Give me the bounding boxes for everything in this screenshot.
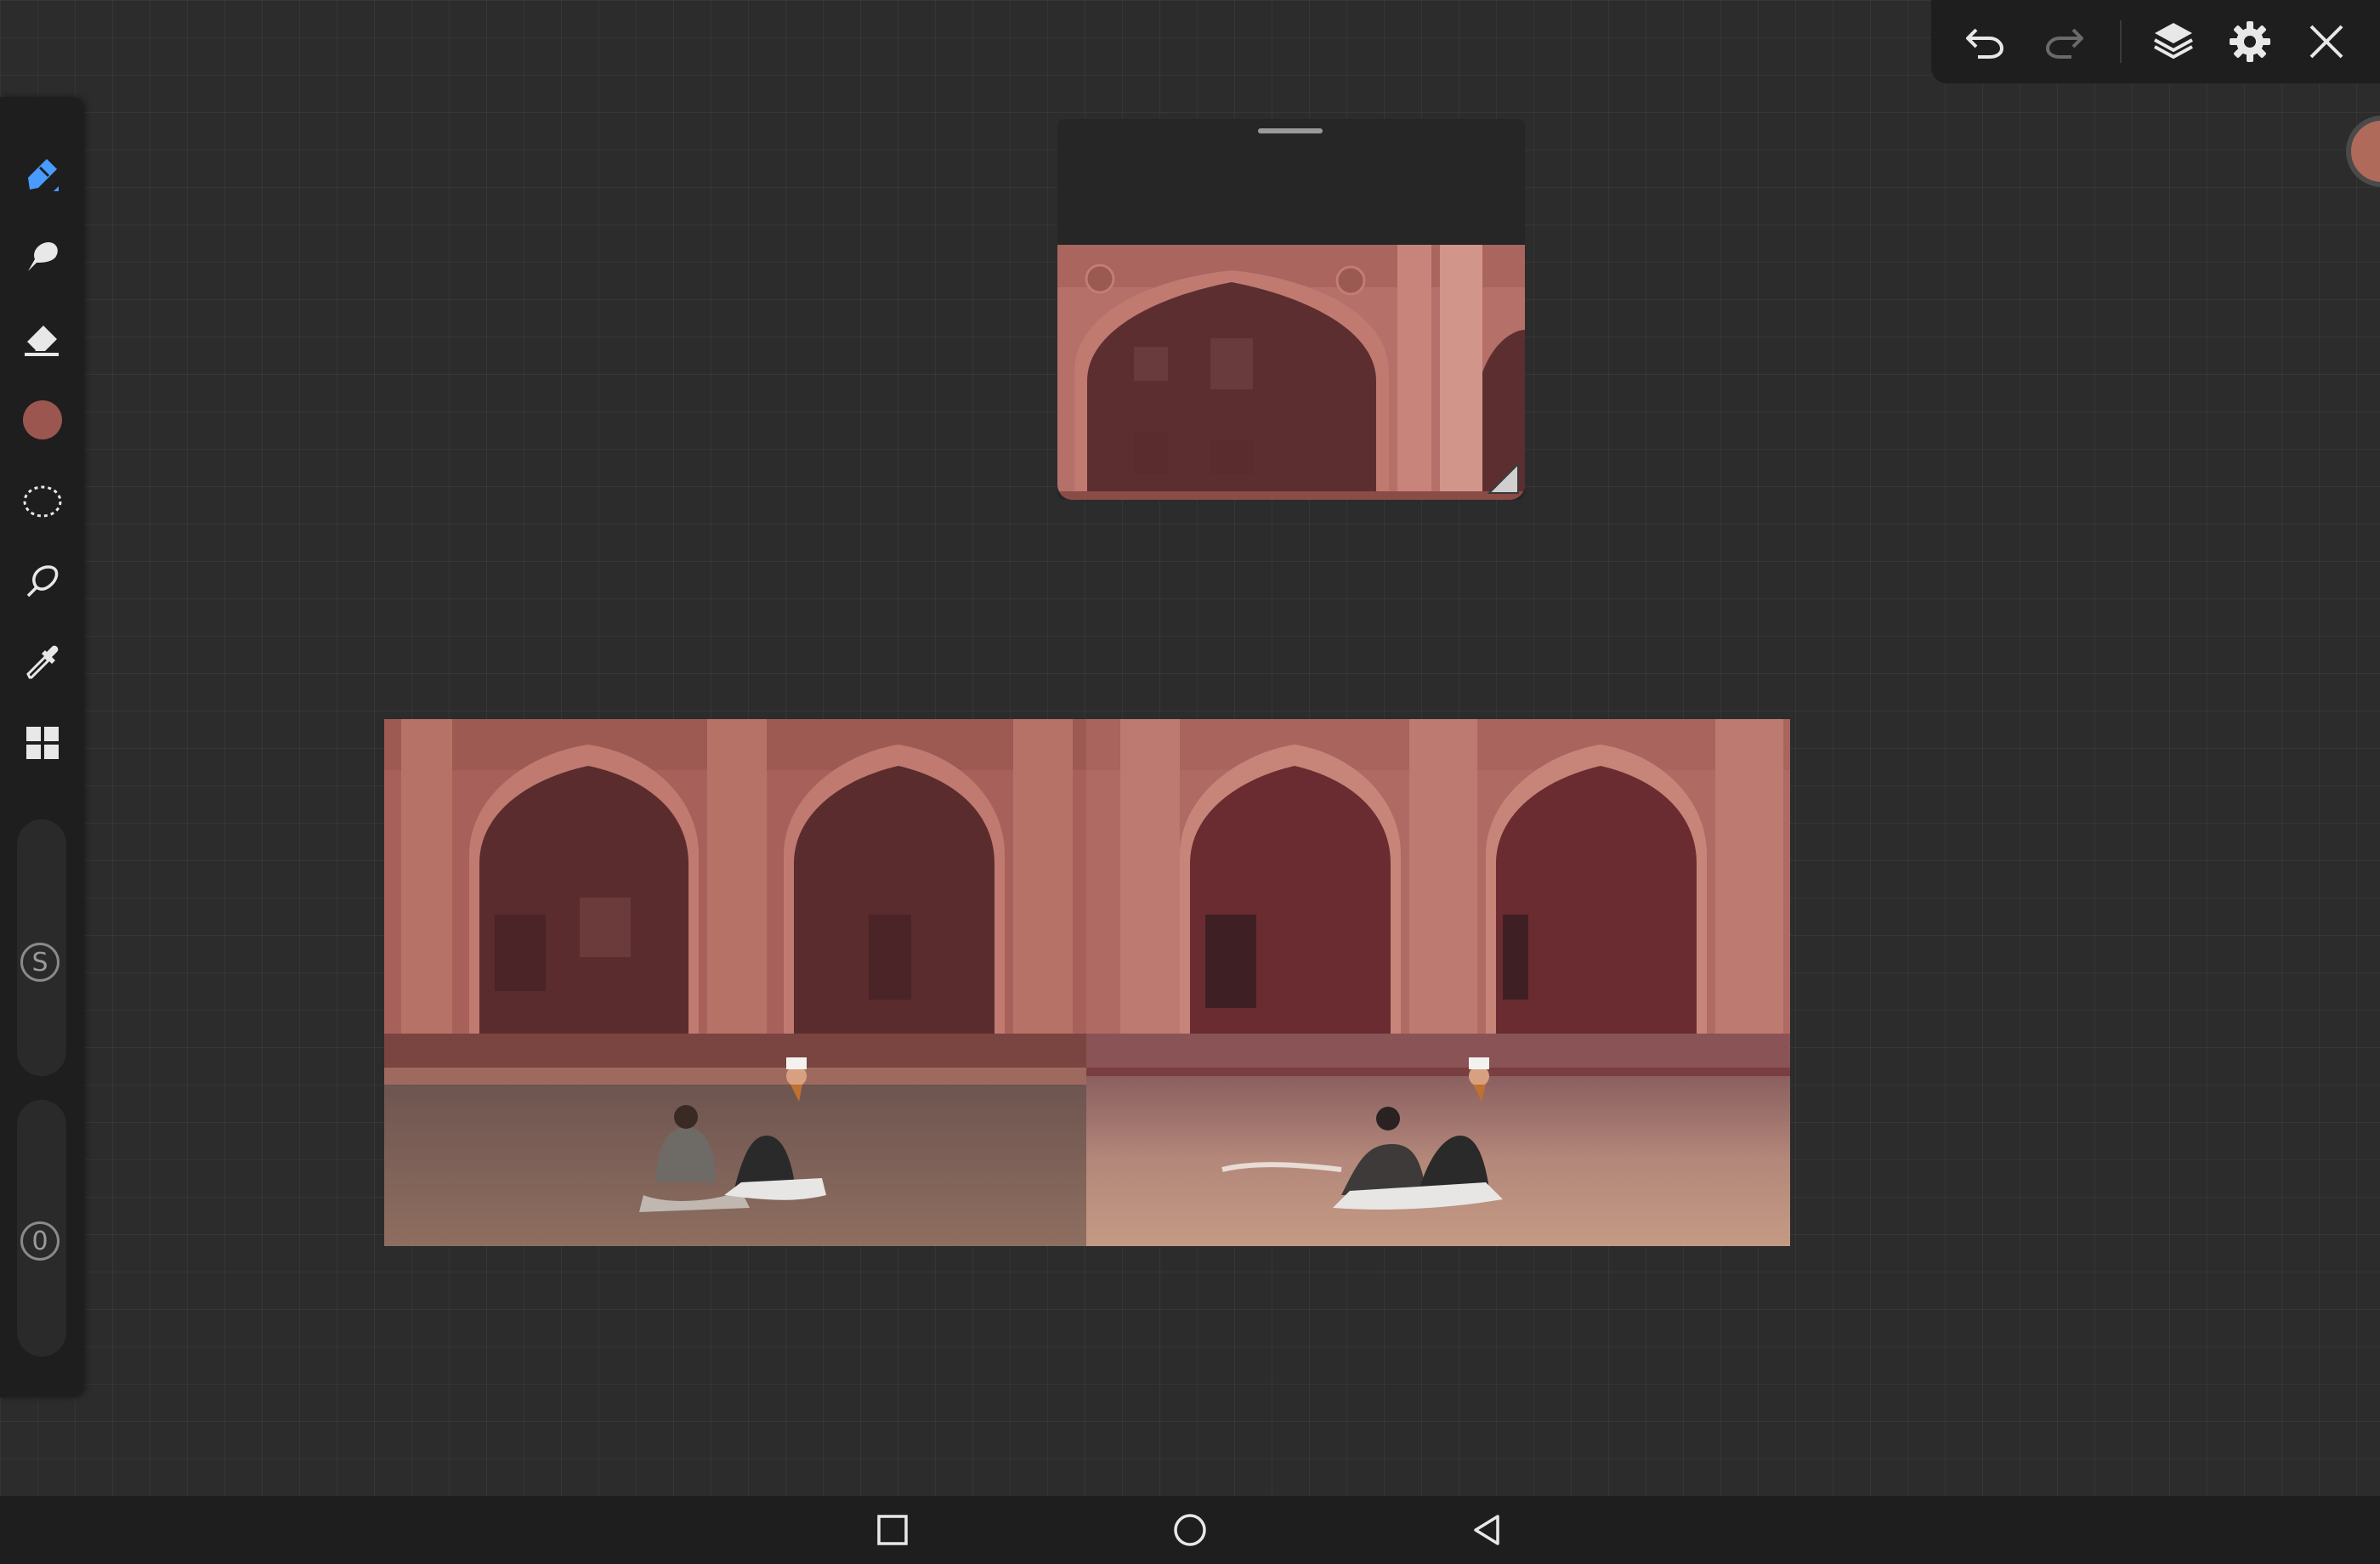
- eraser-icon: [25, 326, 59, 356]
- top-toolbar: [1931, 0, 2380, 83]
- home-icon: [1174, 1514, 1206, 1546]
- reference-drag-handle[interactable]: [1258, 128, 1323, 133]
- freeform-select-button[interactable]: [15, 554, 70, 609]
- system-navigation-bar: [0, 1496, 2380, 1564]
- eyedropper-icon: [26, 645, 59, 679]
- recents-button[interactable]: [867, 1504, 918, 1556]
- settings-button[interactable]: [2220, 12, 2280, 71]
- lasso-select-button[interactable]: [15, 474, 70, 529]
- brush-tool-button[interactable]: [15, 148, 70, 202]
- eyedropper-tool-button[interactable]: [15, 636, 70, 690]
- close-icon: [2309, 25, 2343, 59]
- opacity-slider[interactable]: 0: [17, 1100, 66, 1357]
- photo-reference-image: [384, 719, 1086, 1246]
- home-button[interactable]: [1164, 1504, 1216, 1556]
- brush-size-slider[interactable]: S: [17, 819, 66, 1076]
- settings-icon: [2230, 21, 2270, 62]
- smudge-icon: [28, 242, 58, 271]
- eraser-tool-button[interactable]: [15, 311, 70, 366]
- brush-icon: [28, 159, 59, 191]
- redo-button[interactable]: [2035, 12, 2094, 71]
- back-icon: [1474, 1515, 1499, 1545]
- recents-icon: [877, 1515, 908, 1545]
- redo-icon: [2045, 28, 2083, 59]
- close-button[interactable]: [2297, 12, 2356, 71]
- layers-button[interactable]: [2144, 12, 2203, 71]
- layers-icon: [2154, 23, 2193, 60]
- left-toolbar: S 0: [0, 97, 84, 1397]
- smudge-tool-button[interactable]: [15, 230, 70, 284]
- gallery-tool-button[interactable]: [15, 716, 70, 770]
- drawing-app: S 0: [0, 0, 2380, 1564]
- lasso-icon: [23, 485, 62, 518]
- color-picker-button[interactable]: [15, 393, 70, 447]
- resize-handle-icon[interactable]: [1488, 462, 1520, 495]
- grid-icon: [26, 727, 59, 759]
- color-wheel-peek[interactable]: [2346, 116, 2380, 187]
- back-button[interactable]: [1462, 1504, 1513, 1556]
- undo-button[interactable]: [1955, 12, 2014, 71]
- painted-canvas-image: [1086, 719, 1790, 1246]
- opacity-knob[interactable]: 0: [20, 1221, 60, 1261]
- freeform-icon: [26, 565, 59, 598]
- current-color-swatch: [23, 400, 62, 439]
- reference-panel[interactable]: [1057, 119, 1525, 500]
- toolbar-separator: [2120, 20, 2122, 63]
- undo-icon: [1966, 28, 2004, 59]
- reference-image: [1057, 245, 1525, 500]
- brush-size-knob[interactable]: S: [20, 943, 60, 982]
- drawing-canvas[interactable]: [384, 719, 1790, 1246]
